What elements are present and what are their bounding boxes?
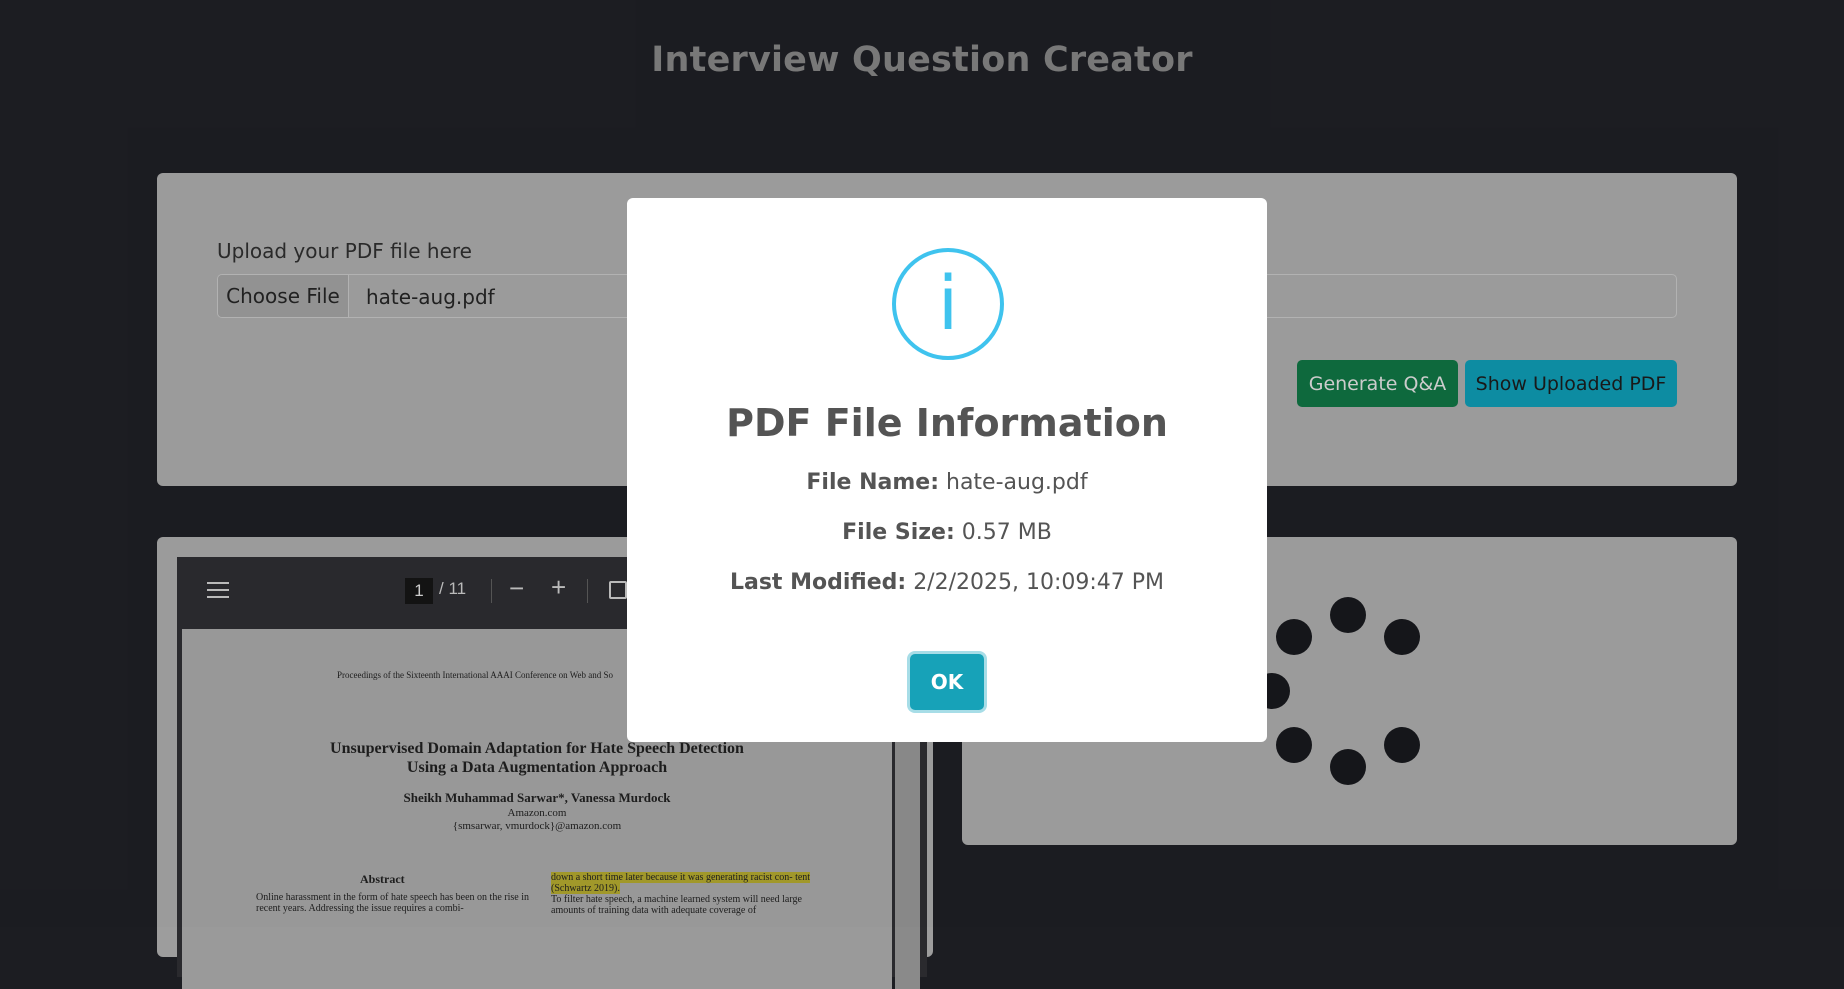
dialog-title: PDF File Information <box>726 401 1168 445</box>
ok-button[interactable]: OK <box>910 654 984 710</box>
last-modified-label: Last Modified: <box>729 570 907 595</box>
file-name-value: hate-aug.pdf <box>946 470 1088 495</box>
file-size-line: File Size: 0.57 MB <box>627 520 1267 545</box>
file-name-line: File Name: hate-aug.pdf <box>627 470 1267 495</box>
file-size-label: File Size: <box>842 520 955 545</box>
file-name-label: File Name: <box>806 470 939 495</box>
pdf-info-dialog: i PDF File Information File Name: hate-a… <box>627 198 1267 742</box>
last-modified-value: 2/2/2025, 10:09:47 PM <box>913 570 1165 595</box>
info-icon: i <box>892 248 1004 360</box>
file-size-value: 0.57 MB <box>961 520 1052 545</box>
last-modified-line: Last Modified: 2/2/2025, 10:09:47 PM <box>627 570 1267 595</box>
